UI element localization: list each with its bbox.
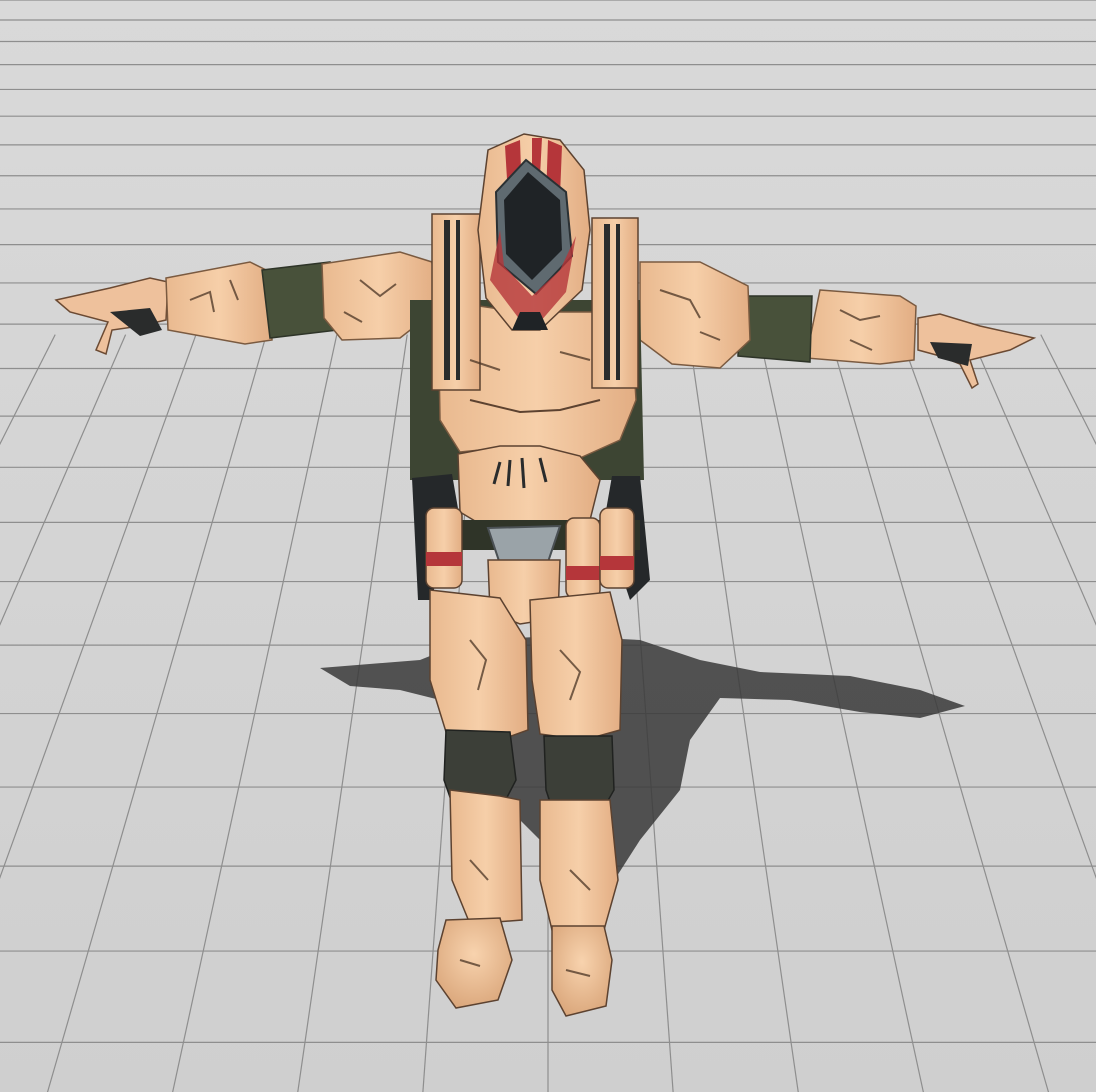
belt-pouch: [599, 507, 635, 589]
belt-pouch: [565, 517, 601, 599]
3d-viewport[interactable]: [0, 0, 1096, 1092]
belt-buckle: [486, 524, 562, 566]
boot: [551, 925, 613, 1017]
belt-pouch: [425, 507, 463, 589]
boot: [435, 917, 513, 1009]
